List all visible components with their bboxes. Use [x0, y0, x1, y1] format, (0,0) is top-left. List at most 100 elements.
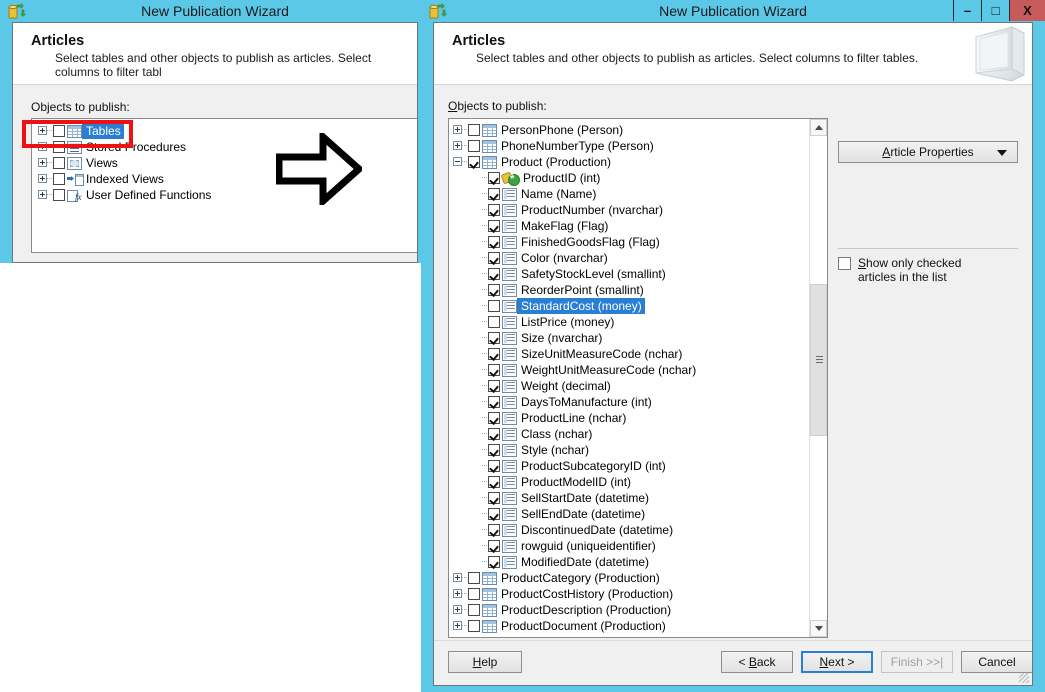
show-only-checked-articles-checkbox[interactable] — [838, 257, 851, 270]
tree-item[interactable]: ProductDocument (Production) — [453, 618, 810, 634]
tree-item-checkbox[interactable] — [488, 268, 500, 280]
tree-item-checkbox[interactable] — [488, 300, 500, 312]
tree-item-checkbox[interactable] — [488, 460, 500, 472]
tree-item-checkbox[interactable] — [488, 476, 500, 488]
tree-item[interactable]: Product (Production) — [453, 154, 810, 170]
expand-icon[interactable] — [38, 158, 47, 167]
help-button[interactable]: Help — [448, 651, 522, 673]
tree-item-checkbox[interactable] — [488, 284, 500, 296]
tree-item[interactable]: ListPrice (money) — [453, 314, 810, 330]
tree-item-checkbox[interactable] — [488, 556, 500, 568]
resize-grip-icon[interactable] — [1019, 673, 1029, 683]
collapse-icon[interactable] — [453, 157, 462, 166]
show-only-checked-articles-row[interactable]: Show only checked articles in the list — [838, 256, 1023, 284]
tree-item-checkbox[interactable] — [488, 412, 500, 424]
tree-item[interactable]: FinishedGoodsFlag (Flag) — [453, 234, 810, 250]
tree-item-checkbox[interactable] — [488, 444, 500, 456]
tree-item-checkbox[interactable] — [468, 588, 480, 600]
tree-item-checkbox[interactable] — [488, 188, 500, 200]
tree-item-checkbox[interactable] — [468, 620, 480, 632]
scroll-up-button[interactable] — [810, 119, 827, 136]
tree-item[interactable]: MakeFlag (Flag) — [453, 218, 810, 234]
tree-item[interactable]: WeightUnitMeasureCode (nchar) — [453, 362, 810, 378]
table-icon — [482, 140, 497, 153]
tree-item-checkbox[interactable] — [53, 157, 65, 169]
tree-item[interactable]: ProductDescription (Production) — [453, 602, 810, 618]
tree-item[interactable]: SellStartDate (datetime) — [453, 490, 810, 506]
scrollbar-thumb[interactable] — [810, 284, 827, 436]
tree-item[interactable]: PhoneNumberType (Person) — [453, 138, 810, 154]
tree-item[interactable]: SafetyStockLevel (smallint) — [453, 266, 810, 282]
tree-indent — [453, 234, 471, 250]
tree-item-checkbox[interactable] — [488, 252, 500, 264]
annotation-red-highlight-box — [22, 120, 133, 148]
tree-item[interactable]: SellEndDate (datetime) — [453, 506, 810, 522]
expand-icon[interactable] — [38, 190, 47, 199]
tree-item[interactable]: Class (nchar) — [453, 426, 810, 442]
expand-icon[interactable] — [453, 125, 462, 134]
tree-item[interactable]: Style (nchar) — [453, 442, 810, 458]
expand-icon[interactable] — [453, 621, 462, 630]
tree-item[interactable]: DiscontinuedDate (datetime) — [453, 522, 810, 538]
expand-icon[interactable] — [453, 573, 462, 582]
expand-icon[interactable] — [38, 174, 47, 183]
tree-item[interactable]: SizeUnitMeasureCode (nchar) — [453, 346, 810, 362]
tree-item[interactable]: ProductModelID (int) — [453, 474, 810, 490]
cancel-button[interactable]: Cancel — [961, 651, 1033, 673]
tree-item-checkbox[interactable] — [488, 524, 500, 536]
tree-item-checkbox[interactable] — [488, 428, 500, 440]
tree-item-checkbox[interactable] — [488, 204, 500, 216]
back-button[interactable]: < Back — [721, 651, 793, 673]
tree-item-checkbox[interactable] — [488, 540, 500, 552]
tree-item[interactable]: ProductSubcategoryID (int) — [453, 458, 810, 474]
tree-item[interactable]: ProductCategory (Production) — [453, 570, 810, 586]
tree-item-checkbox[interactable] — [468, 156, 480, 168]
tree-item[interactable]: Color (nvarchar) — [453, 250, 810, 266]
tree-item-checkbox[interactable] — [488, 396, 500, 408]
tree-item[interactable]: ProductNumber (nvarchar) — [453, 202, 810, 218]
tree-leaf-spacer — [471, 330, 482, 346]
tree-item-checkbox[interactable] — [468, 124, 480, 136]
tree-item[interactable]: ReorderPoint (smallint) — [453, 282, 810, 298]
tree-item-checkbox[interactable] — [53, 189, 65, 201]
tree-item-checkbox[interactable] — [488, 380, 500, 392]
left-window-titlebar[interactable]: New Publication Wizard — [0, 0, 430, 22]
tree-item[interactable]: ModifiedDate (datetime) — [453, 554, 810, 570]
tree-item-checkbox[interactable] — [488, 364, 500, 376]
tree-item-checkbox[interactable] — [468, 604, 480, 616]
tree-item[interactable]: StandardCost (money) — [453, 298, 810, 314]
scroll-down-button[interactable] — [810, 620, 827, 637]
expand-icon[interactable] — [453, 589, 462, 598]
tree-item-checkbox[interactable] — [488, 332, 500, 344]
next-button[interactable]: Next > — [801, 651, 873, 673]
tree-indent — [453, 362, 471, 378]
objects-tree[interactable]: PersonPhone (Person)PhoneNumberType (Per… — [448, 118, 828, 638]
tree-item[interactable]: ProductID (int) — [453, 170, 810, 186]
tree-item-checkbox[interactable] — [488, 492, 500, 504]
tree-item-checkbox[interactable] — [488, 508, 500, 520]
tree-vertical-scrollbar[interactable] — [809, 119, 827, 637]
close-button[interactable]: X — [1009, 0, 1045, 21]
tree-item[interactable]: rowguid (uniqueidentifier) — [453, 538, 810, 554]
tree-item[interactable]: Weight (decimal) — [453, 378, 810, 394]
tree-item-checkbox[interactable] — [488, 348, 500, 360]
right-window-titlebar[interactable]: New Publication Wizard – □ X — [421, 0, 1045, 22]
tree-item[interactable]: ProductLine (nchar) — [453, 410, 810, 426]
tree-item[interactable]: Name (Name) — [453, 186, 810, 202]
tree-item-checkbox[interactable] — [488, 316, 500, 328]
minimize-button[interactable]: – — [953, 0, 981, 21]
tree-item-checkbox[interactable] — [488, 220, 500, 232]
maximize-button[interactable]: □ — [981, 0, 1009, 21]
tree-item[interactable]: DaysToManufacture (int) — [453, 394, 810, 410]
article-properties-button[interactable]: Article Properties — [838, 141, 1018, 163]
tree-item-checkbox[interactable] — [488, 172, 500, 184]
tree-item[interactable]: ProductCostHistory (Production) — [453, 586, 810, 602]
tree-item-checkbox[interactable] — [488, 236, 500, 248]
tree-item[interactable]: PersonPhone (Person) — [453, 122, 810, 138]
tree-item-checkbox[interactable] — [53, 173, 65, 185]
expand-icon[interactable] — [453, 605, 462, 614]
expand-icon[interactable] — [453, 141, 462, 150]
tree-item-checkbox[interactable] — [468, 572, 480, 584]
tree-item-checkbox[interactable] — [468, 140, 480, 152]
tree-item[interactable]: Size (nvarchar) — [453, 330, 810, 346]
